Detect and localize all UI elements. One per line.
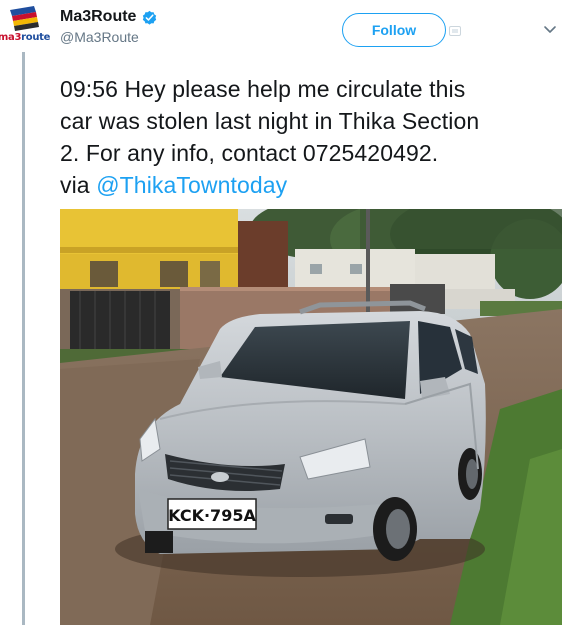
media-icon xyxy=(449,26,461,36)
tweet-text-line: 09:56 Hey please help me circulate this xyxy=(60,76,466,102)
tweet-card: ma3route Ma3Route @Ma3Route Follow 09:56… xyxy=(0,0,570,625)
handle[interactable]: @Ma3Route xyxy=(60,29,158,45)
tweet-text-line: car was stolen last night in Thika Secti… xyxy=(60,108,480,134)
tweet-text-line: 2. For any info, contact 0725420492. xyxy=(60,140,439,166)
tweet-text: 09:56 Hey please help me circulate this … xyxy=(60,73,560,201)
thread-rule xyxy=(22,52,25,625)
chevron-down-icon[interactable] xyxy=(543,25,557,35)
display-name[interactable]: Ma3Route xyxy=(60,8,136,26)
verified-badge-icon xyxy=(143,10,157,25)
follow-button[interactable]: Follow xyxy=(342,13,446,47)
avatar[interactable]: ma3route xyxy=(0,6,51,50)
car-photo-illustration: KCK·795A xyxy=(60,209,562,625)
via-label: via xyxy=(60,172,97,198)
tweet-photo[interactable]: KCK·795A xyxy=(60,209,562,625)
mention-link[interactable]: @ThikaTowntoday xyxy=(96,172,287,198)
avatar-wordmark: ma3route xyxy=(0,32,51,43)
avatar-flag-icon xyxy=(10,6,39,31)
tweet-text-line: via @ThikaTowntoday xyxy=(60,169,560,201)
user-block: Ma3Route @Ma3Route xyxy=(60,8,158,45)
name-row: Ma3Route xyxy=(60,8,158,26)
license-plate-text: KCK·795A xyxy=(168,506,256,525)
